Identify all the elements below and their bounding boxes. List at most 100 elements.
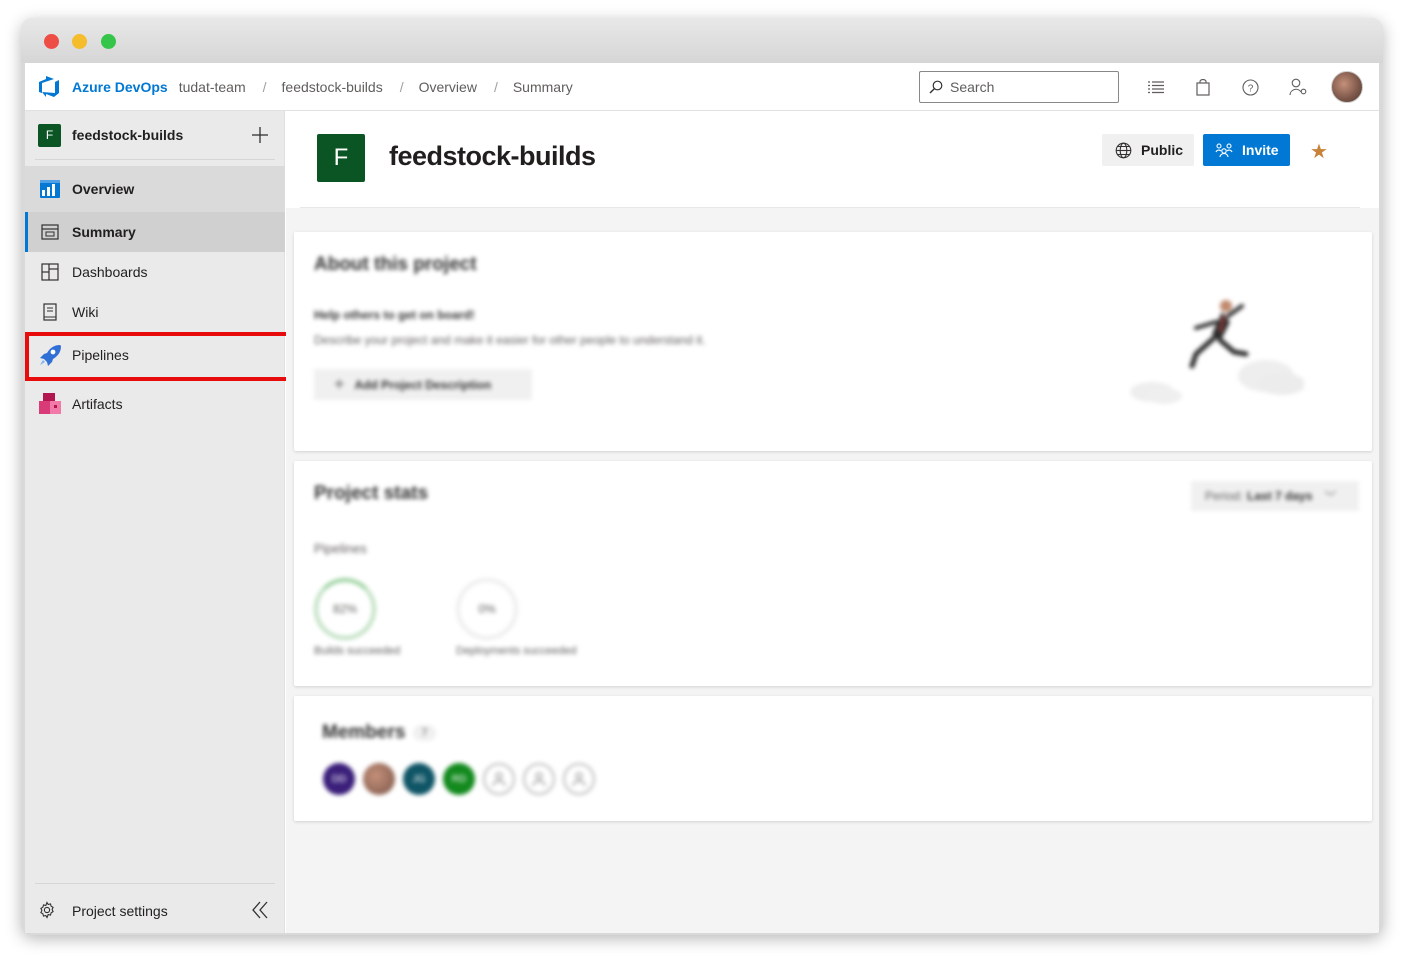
sidebar-item-label: Artifacts (72, 396, 123, 412)
project-name[interactable]: feedstock-builds (72, 127, 183, 143)
invite-people-icon (1215, 143, 1233, 158)
user-avatar[interactable] (1331, 71, 1363, 103)
sidebar-item-overview[interactable]: Overview (25, 166, 285, 212)
minimize-window-button[interactable] (72, 34, 87, 49)
pipelines-section-label: Pipelines (314, 541, 367, 556)
invite-button[interactable]: Invite (1203, 134, 1290, 166)
members-card: Members 7 DD JG RD (294, 696, 1372, 821)
project-header[interactable]: F feedstock-builds (25, 111, 285, 159)
brand-link[interactable]: Azure DevOps (72, 79, 168, 95)
period-label: Period: (1205, 489, 1244, 503)
summary-icon (38, 220, 62, 244)
person-icon (492, 772, 506, 787)
invite-label: Invite (1242, 142, 1279, 158)
breadcrumb-project[interactable]: feedstock-builds (282, 79, 383, 95)
search-icon (929, 80, 943, 94)
person-icon (572, 772, 586, 787)
about-help-text: Help others to get on board! (314, 308, 475, 322)
overview-icon (38, 177, 62, 201)
builds-caption: Builds succeeded (314, 645, 401, 657)
breadcrumb-overview[interactable]: Overview (419, 79, 477, 95)
project-tile-icon: F (38, 123, 61, 147)
sidebar-item-pipelines[interactable]: Pipelines (25, 333, 285, 377)
sidebar-item-wiki[interactable]: Wiki (25, 292, 285, 332)
user-settings-icon[interactable] (1288, 77, 1308, 97)
sidebar-item-label: Summary (72, 224, 136, 240)
new-item-plus-icon[interactable] (250, 125, 270, 145)
azure-devops-logo-icon[interactable] (38, 75, 62, 99)
collapse-sidebar-icon[interactable] (249, 899, 273, 923)
close-window-button[interactable] (44, 34, 59, 49)
deployments-succeeded-ring[interactable]: 0% (456, 578, 518, 640)
project-settings-button[interactable]: Project settings (25, 891, 285, 931)
jumping-person-illustration (1130, 300, 1304, 404)
member-avatar[interactable]: RD (443, 763, 475, 795)
window-titlebar (21, 18, 1383, 63)
top-navigation-bar: Azure DevOps tudat-team / feedstock-buil… (25, 63, 1379, 111)
plus-icon: + (334, 374, 345, 394)
page-title: feedstock-builds (389, 141, 596, 171)
about-description: Describe your project and make it easier… (314, 333, 706, 347)
sidebar-divider (35, 883, 275, 884)
stats-title: Project stats (314, 483, 429, 504)
sidebar-item-summary[interactable]: Summary (25, 212, 285, 252)
gear-icon (38, 900, 56, 922)
about-title: About this project (314, 254, 477, 275)
sidebar-item-label: Overview (72, 181, 135, 197)
breadcrumb-separator: / (399, 78, 404, 95)
sidebar-item-label: Pipelines (72, 347, 129, 363)
settings-list-icon[interactable] (1146, 77, 1166, 97)
builds-succeeded-ring[interactable]: 82% (314, 578, 376, 640)
builds-percent: 82% (332, 602, 358, 616)
shopping-bag-icon[interactable] (1193, 77, 1213, 97)
member-avatar-placeholder[interactable] (523, 763, 555, 795)
public-visibility-button[interactable]: Public (1102, 134, 1194, 166)
about-project-card: About this project Help others to get on… (294, 232, 1372, 451)
breadcrumb-separator: / (493, 78, 498, 95)
search-input[interactable] (950, 79, 1110, 95)
search-box[interactable] (919, 71, 1119, 103)
sidebar-item-dashboards[interactable]: Dashboards (25, 252, 285, 292)
maximize-window-button[interactable] (101, 34, 116, 49)
breadcrumb-separator: / (262, 78, 267, 95)
period-value: Last 7 days (1247, 489, 1313, 503)
members-avatar-row: DD JG RD (323, 763, 603, 795)
public-label: Public (1141, 142, 1184, 158)
favorite-star-icon[interactable]: ★ (1310, 139, 1328, 164)
member-avatar[interactable] (363, 763, 395, 795)
member-avatar[interactable]: DD (323, 763, 355, 795)
member-avatar-placeholder[interactable] (483, 763, 515, 795)
person-icon (532, 772, 546, 787)
member-avatar[interactable]: JG (403, 763, 435, 795)
add-description-label: Add Project Description (354, 377, 492, 392)
period-dropdown[interactable]: Period: Last 7 days ﹀ (1191, 481, 1359, 511)
project-header-banner: F feedstock-builds Public Invite ★ (286, 111, 1379, 208)
project-stats-card: Project stats Period: Last 7 days ﹀ Pipe… (294, 461, 1372, 686)
main-content: F feedstock-builds Public Invite ★ About… (286, 111, 1379, 933)
members-count-badge: 7 (413, 725, 436, 741)
app-window: Azure DevOps tudat-team / feedstock-buil… (21, 18, 1383, 935)
sidebar-item-label: Dashboards (72, 264, 148, 280)
members-title: Members 7 (322, 722, 436, 744)
sidebar-divider (35, 159, 275, 160)
sidebar-item-label: Wiki (72, 304, 99, 320)
deployments-percent: 0% (478, 602, 496, 616)
breadcrumb-summary[interactable]: Summary (513, 79, 573, 95)
pipelines-icon (38, 343, 62, 367)
sidebar-item-artifacts[interactable]: Artifacts (25, 382, 285, 426)
azure-devops-app: Azure DevOps tudat-team / feedstock-buil… (25, 63, 1379, 933)
svg-text:?: ? (1247, 83, 1253, 94)
wiki-icon (38, 300, 62, 324)
add-project-description-button[interactable]: + Add Project Description (314, 369, 532, 400)
help-icon[interactable]: ? (1240, 77, 1260, 97)
globe-icon (1115, 142, 1132, 158)
members-title-text: Members (322, 722, 406, 743)
header-divider (300, 207, 1360, 208)
project-sidebar: F feedstock-builds Overview Summary Dash… (25, 111, 293, 933)
project-avatar-tile: F (317, 134, 365, 182)
member-avatar-placeholder[interactable] (563, 763, 595, 795)
project-settings-label: Project settings (72, 903, 168, 919)
chevron-down-icon: ﹀ (1324, 489, 1337, 504)
breadcrumb-org[interactable]: tudat-team (179, 79, 246, 95)
dashboards-icon (38, 260, 62, 284)
